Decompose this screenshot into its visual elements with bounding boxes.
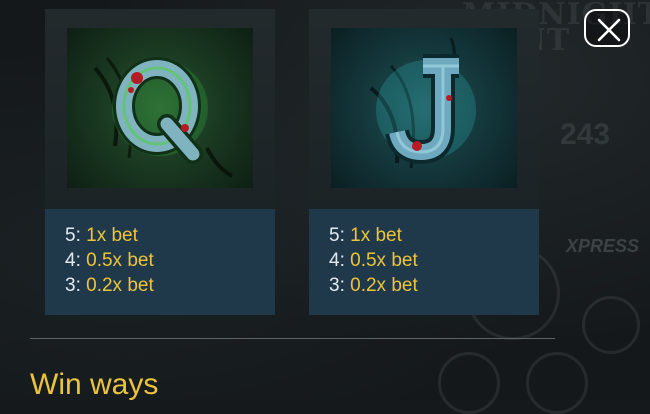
section-title: Win ways <box>30 368 159 401</box>
payout-value: 1x bet <box>350 225 402 246</box>
symbol-card-j: 5: 1x bet 4: 0.5x bet 3: 0.2x bet <box>309 9 539 315</box>
payout-value: 1x bet <box>86 225 138 246</box>
symbol-card-top <box>45 9 275 209</box>
payout-row: 3: 0.2x bet <box>65 275 154 297</box>
payout-row: 5: 1x bet <box>329 225 402 247</box>
payout-count: 3: <box>65 275 81 296</box>
payout-value: 0.2x bet <box>86 275 154 296</box>
payout-row: 4: 0.5x bet <box>65 250 154 272</box>
payout-panel: 5: 1x bet 4: 0.5x bet 3: 0.2x bet <box>45 209 275 315</box>
payout-value: 0.5x bet <box>86 250 154 271</box>
background-circle-icon <box>526 352 588 414</box>
close-button[interactable] <box>584 9 630 47</box>
j-symbol-image <box>331 28 517 188</box>
payout-value: 0.2x bet <box>350 275 418 296</box>
payout-count: 5: <box>329 225 345 246</box>
background-circle-icon <box>438 352 500 414</box>
payout-count: 5: <box>65 225 81 246</box>
payout-row: 4: 0.5x bet <box>329 250 418 272</box>
payout-value: 0.5x bet <box>350 250 418 271</box>
payout-panel: 5: 1x bet 4: 0.5x bet 3: 0.2x bet <box>309 209 539 315</box>
section-divider <box>30 338 555 339</box>
background-counter: 243 <box>560 118 611 151</box>
payout-count: 3: <box>329 275 345 296</box>
payout-row: 5: 1x bet <box>65 225 138 247</box>
payout-count: 4: <box>65 250 81 271</box>
background-circle-icon <box>582 296 640 354</box>
background-xpress-label: XPRESS <box>566 236 640 256</box>
payout-count: 4: <box>329 250 345 271</box>
close-icon <box>597 18 621 42</box>
payout-row: 3: 0.2x bet <box>329 275 418 297</box>
symbol-card-q: 5: 1x bet 4: 0.5x bet 3: 0.2x bet <box>45 9 275 315</box>
q-symbol-image <box>67 28 253 188</box>
symbol-card-top <box>309 9 539 209</box>
